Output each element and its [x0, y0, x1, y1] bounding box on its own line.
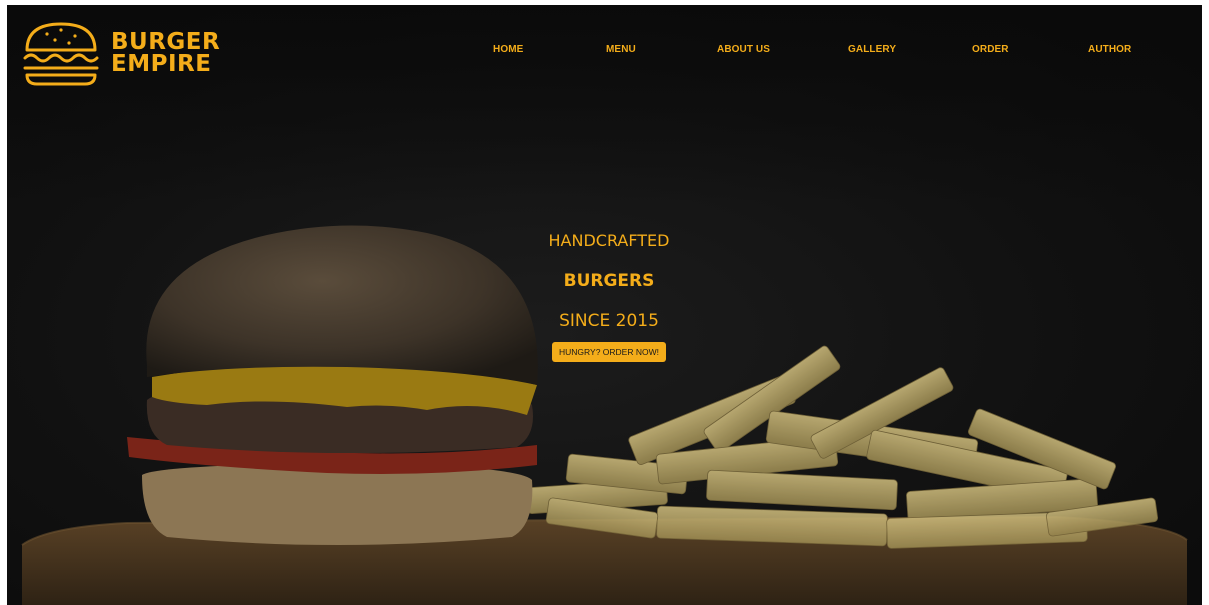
page: BURGER EMPIRE HOME MENU ABOUT US GALLERY… — [7, 5, 1202, 605]
nav-about-us[interactable]: ABOUT US — [717, 44, 770, 55]
order-now-button[interactable]: HUNGRY? ORDER NOW! — [552, 342, 666, 362]
hero-line-since: SINCE 2015 — [559, 311, 659, 331]
hero-heading: HANDCRAFTED BURGERS SINCE 2015 HUNGRY? O… — [509, 227, 709, 362]
nav-gallery[interactable]: GALLERY — [848, 44, 896, 55]
nav-order[interactable]: ORDER — [972, 44, 1009, 55]
hero-line-handcrafted: HANDCRAFTED — [548, 231, 670, 250]
nav-home[interactable]: HOME — [493, 44, 523, 55]
nav-author[interactable]: AUTHOR — [1088, 44, 1131, 55]
nav-menu[interactable]: MENU — [606, 44, 636, 55]
hero-line-burgers: BURGERS — [563, 271, 655, 291]
main-nav: HOME MENU ABOUT US GALLERY ORDER AUTHOR — [7, 44, 1202, 64]
